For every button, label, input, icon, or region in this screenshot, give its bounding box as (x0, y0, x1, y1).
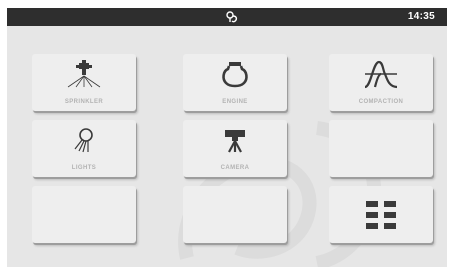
grid-menu-icon (366, 201, 396, 229)
tile-label: LIGHTS (71, 165, 97, 171)
tile-label: ENGINE (222, 99, 248, 105)
tile-label: SPRINKLER (64, 99, 104, 105)
camera-button[interactable]: CAMERA (183, 120, 287, 177)
screen: 14:35 SPRINKLER ENGINE COMPACTION LIGHTS… (7, 8, 447, 267)
engine-icon (222, 62, 248, 88)
status-bar: 14:35 (7, 8, 447, 26)
brand-logo-icon (226, 11, 238, 23)
sprinkler-icon (67, 60, 101, 88)
tile-label: CAMERA (220, 165, 250, 171)
empty-tile[interactable] (183, 186, 287, 243)
empty-tile[interactable] (32, 186, 136, 243)
camera-icon (225, 130, 245, 153)
compaction-button[interactable]: COMPACTION (329, 54, 433, 111)
empty-tile[interactable] (329, 120, 433, 177)
lights-icon (74, 128, 93, 153)
tile-label: COMPACTION (358, 99, 404, 105)
lights-button[interactable]: LIGHTS (32, 120, 136, 177)
engine-button[interactable]: ENGINE (183, 54, 287, 111)
clock: 14:35 (407, 11, 435, 22)
sprinkler-button[interactable]: SPRINKLER (32, 54, 136, 111)
menu-button[interactable] (329, 186, 433, 243)
compaction-wave-icon (364, 60, 398, 89)
